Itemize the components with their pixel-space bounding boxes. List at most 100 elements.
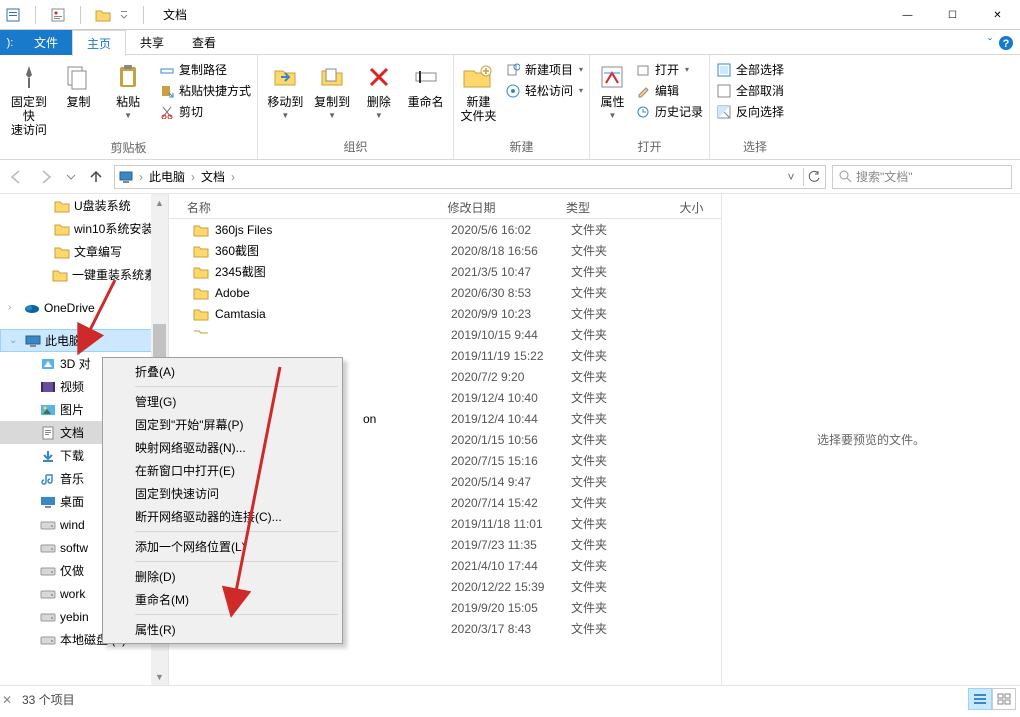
svg-text:?: ?: [1003, 38, 1010, 50]
file-date: 2019/9/20 15:05: [443, 601, 563, 615]
tree-item[interactable]: ⌄此电脑: [0, 329, 168, 352]
rename-button[interactable]: 重命名: [404, 59, 447, 109]
file-date: 2021/4/10 17:44: [443, 559, 563, 573]
file-date: 2020/8/18 16:56: [443, 244, 563, 258]
properties-button[interactable]: 属性▼: [596, 59, 629, 120]
qat-icon-1[interactable]: [5, 7, 21, 23]
easy-access-button[interactable]: 轻松访问▾: [505, 82, 583, 99]
file-date: 2019/12/4 10:40: [443, 391, 563, 405]
ctx-disconnect-network[interactable]: 断开网络驱动器的连接(C)...: [105, 505, 340, 528]
ctx-delete[interactable]: 删除(D): [105, 565, 340, 588]
delete-button[interactable]: 删除▼: [358, 59, 401, 120]
group-select-label: 选择: [716, 136, 794, 155]
music-icon: [40, 471, 56, 487]
copy-to-button[interactable]: 复制到▼: [311, 59, 354, 120]
nav-up-button[interactable]: [84, 165, 108, 189]
file-name: Camtasia: [215, 307, 266, 321]
file-type: 文件夹: [563, 578, 678, 595]
view-large-button[interactable]: [992, 688, 1016, 710]
scroll-up-icon[interactable]: ▲: [151, 194, 168, 211]
move-to-button[interactable]: 移动到▼: [264, 59, 307, 120]
file-date: 2020/12/22 15:39: [443, 580, 563, 594]
open-button[interactable]: 打开▾: [635, 61, 703, 78]
breadcrumb-sep-icon[interactable]: ›: [137, 170, 145, 184]
ctx-pin-quick[interactable]: 固定到快速访问: [105, 482, 340, 505]
tab-file[interactable]: 文件: [20, 30, 72, 55]
search-input[interactable]: 搜索"文档": [832, 165, 1012, 189]
tab-view[interactable]: 查看: [178, 30, 230, 55]
address-dropdown-icon[interactable]: ˅: [781, 168, 801, 186]
window-title: 文档: [163, 6, 187, 23]
tree-item[interactable]: 一键重装系统素材: [0, 263, 168, 286]
file-name: 2345截图: [215, 263, 266, 280]
breadcrumb-docs[interactable]: 文档: [201, 168, 225, 185]
maximize-button[interactable]: ☐: [930, 0, 975, 30]
nav-recent-button[interactable]: [64, 165, 78, 189]
file-date: 2019/7/23 11:35: [443, 538, 563, 552]
col-name[interactable]: 名称: [179, 196, 440, 218]
invert-selection-button[interactable]: 反向选择: [716, 103, 784, 120]
tree-item-label: yebin: [60, 610, 89, 624]
col-size[interactable]: 大小: [672, 196, 721, 218]
qat-properties-icon[interactable]: [50, 7, 66, 23]
tree-item-label: wind: [60, 518, 85, 532]
paste-shortcut-button[interactable]: 粘贴快捷方式: [159, 82, 251, 99]
tab-home[interactable]: 主页: [72, 30, 126, 56]
disk-icon: [40, 586, 56, 602]
tree-item[interactable]: U盘装系统: [0, 194, 168, 217]
select-none-button[interactable]: 全部取消: [716, 82, 784, 99]
ctx-add-network-location[interactable]: 添加一个网络位置(L): [105, 535, 340, 558]
ctx-open-new-window[interactable]: 在新窗口中打开(E): [105, 459, 340, 482]
copy-button[interactable]: 复制: [56, 59, 102, 109]
copy-path-button[interactable]: 复制路径: [159, 61, 251, 78]
file-type: 文件夹: [563, 599, 678, 616]
ctx-map-network[interactable]: 映射网络驱动器(N)...: [105, 436, 340, 459]
pin-quick-access-button[interactable]: 固定到快 速访问: [6, 59, 52, 137]
new-item-button[interactable]: 新建项目▾: [505, 61, 583, 78]
paste-button[interactable]: 粘贴 ▼: [105, 59, 151, 120]
scroll-down-icon[interactable]: ▼: [151, 668, 168, 685]
cut-button[interactable]: 剪切: [159, 103, 251, 120]
col-type[interactable]: 类型: [558, 196, 672, 218]
pc-icon: [25, 333, 41, 349]
file-date: 2019/11/19 15:22: [443, 349, 563, 363]
tree-item[interactable]: win10系统安装: [0, 217, 168, 240]
ctx-rename[interactable]: 重命名(M): [105, 588, 340, 611]
table-row[interactable]: 360截图 2020/8/18 16:56 文件夹: [169, 240, 721, 261]
qat-dropdown-icon[interactable]: [119, 7, 129, 23]
tree-item-label: 图片: [60, 401, 84, 418]
history-button[interactable]: 历史记录: [635, 103, 703, 120]
help-icon[interactable]: ?: [998, 35, 1014, 51]
breadcrumb-pc[interactable]: 此电脑: [149, 168, 185, 185]
view-details-button[interactable]: [968, 688, 992, 710]
table-row[interactable]: Camtasia 2020/9/9 10:23 文件夹: [169, 303, 721, 324]
breadcrumb-sep-icon[interactable]: ›: [189, 170, 197, 184]
col-date[interactable]: 修改日期: [439, 196, 558, 218]
folder-icon: [193, 327, 209, 343]
collapse-ribbon-icon[interactable]: ˇ: [988, 36, 992, 50]
close-button[interactable]: ✕: [975, 0, 1020, 30]
nav-back-button[interactable]: [4, 165, 28, 189]
address-bar[interactable]: › 此电脑 › 文档 › ˅: [114, 165, 826, 189]
ctx-manage[interactable]: 管理(G): [105, 390, 340, 413]
tree-item[interactable]: ›OneDrive: [0, 296, 168, 319]
ctx-collapse[interactable]: 折叠(A): [105, 360, 340, 383]
table-row[interactable]: 360js Files 2020/5/6 16:02 文件夹: [169, 219, 721, 240]
nav-forward-button[interactable]: [34, 165, 58, 189]
ctx-properties[interactable]: 属性(R): [105, 618, 340, 641]
breadcrumb-sep-icon[interactable]: ›: [229, 170, 237, 184]
table-row[interactable]: 2345截图 2021/3/5 10:47 文件夹: [169, 261, 721, 282]
select-all-button[interactable]: 全部选择: [716, 61, 784, 78]
minimize-button[interactable]: —: [885, 0, 930, 30]
refresh-icon[interactable]: [803, 168, 823, 186]
table-row[interactable]: 2019/10/15 9:44 文件夹: [169, 324, 721, 345]
tab-share[interactable]: 共享: [126, 30, 178, 55]
left-stub: ):: [0, 30, 20, 55]
table-row[interactable]: Adobe 2020/6/30 8:53 文件夹: [169, 282, 721, 303]
file-type: 文件夹: [563, 347, 678, 364]
ctx-pin-start[interactable]: 固定到"开始"屏幕(P): [105, 413, 340, 436]
folder-icon: [54, 198, 70, 214]
edit-button[interactable]: 编辑: [635, 82, 703, 99]
new-folder-button[interactable]: 新建 文件夹: [460, 59, 497, 123]
tree-item[interactable]: 文章编写: [0, 240, 168, 263]
